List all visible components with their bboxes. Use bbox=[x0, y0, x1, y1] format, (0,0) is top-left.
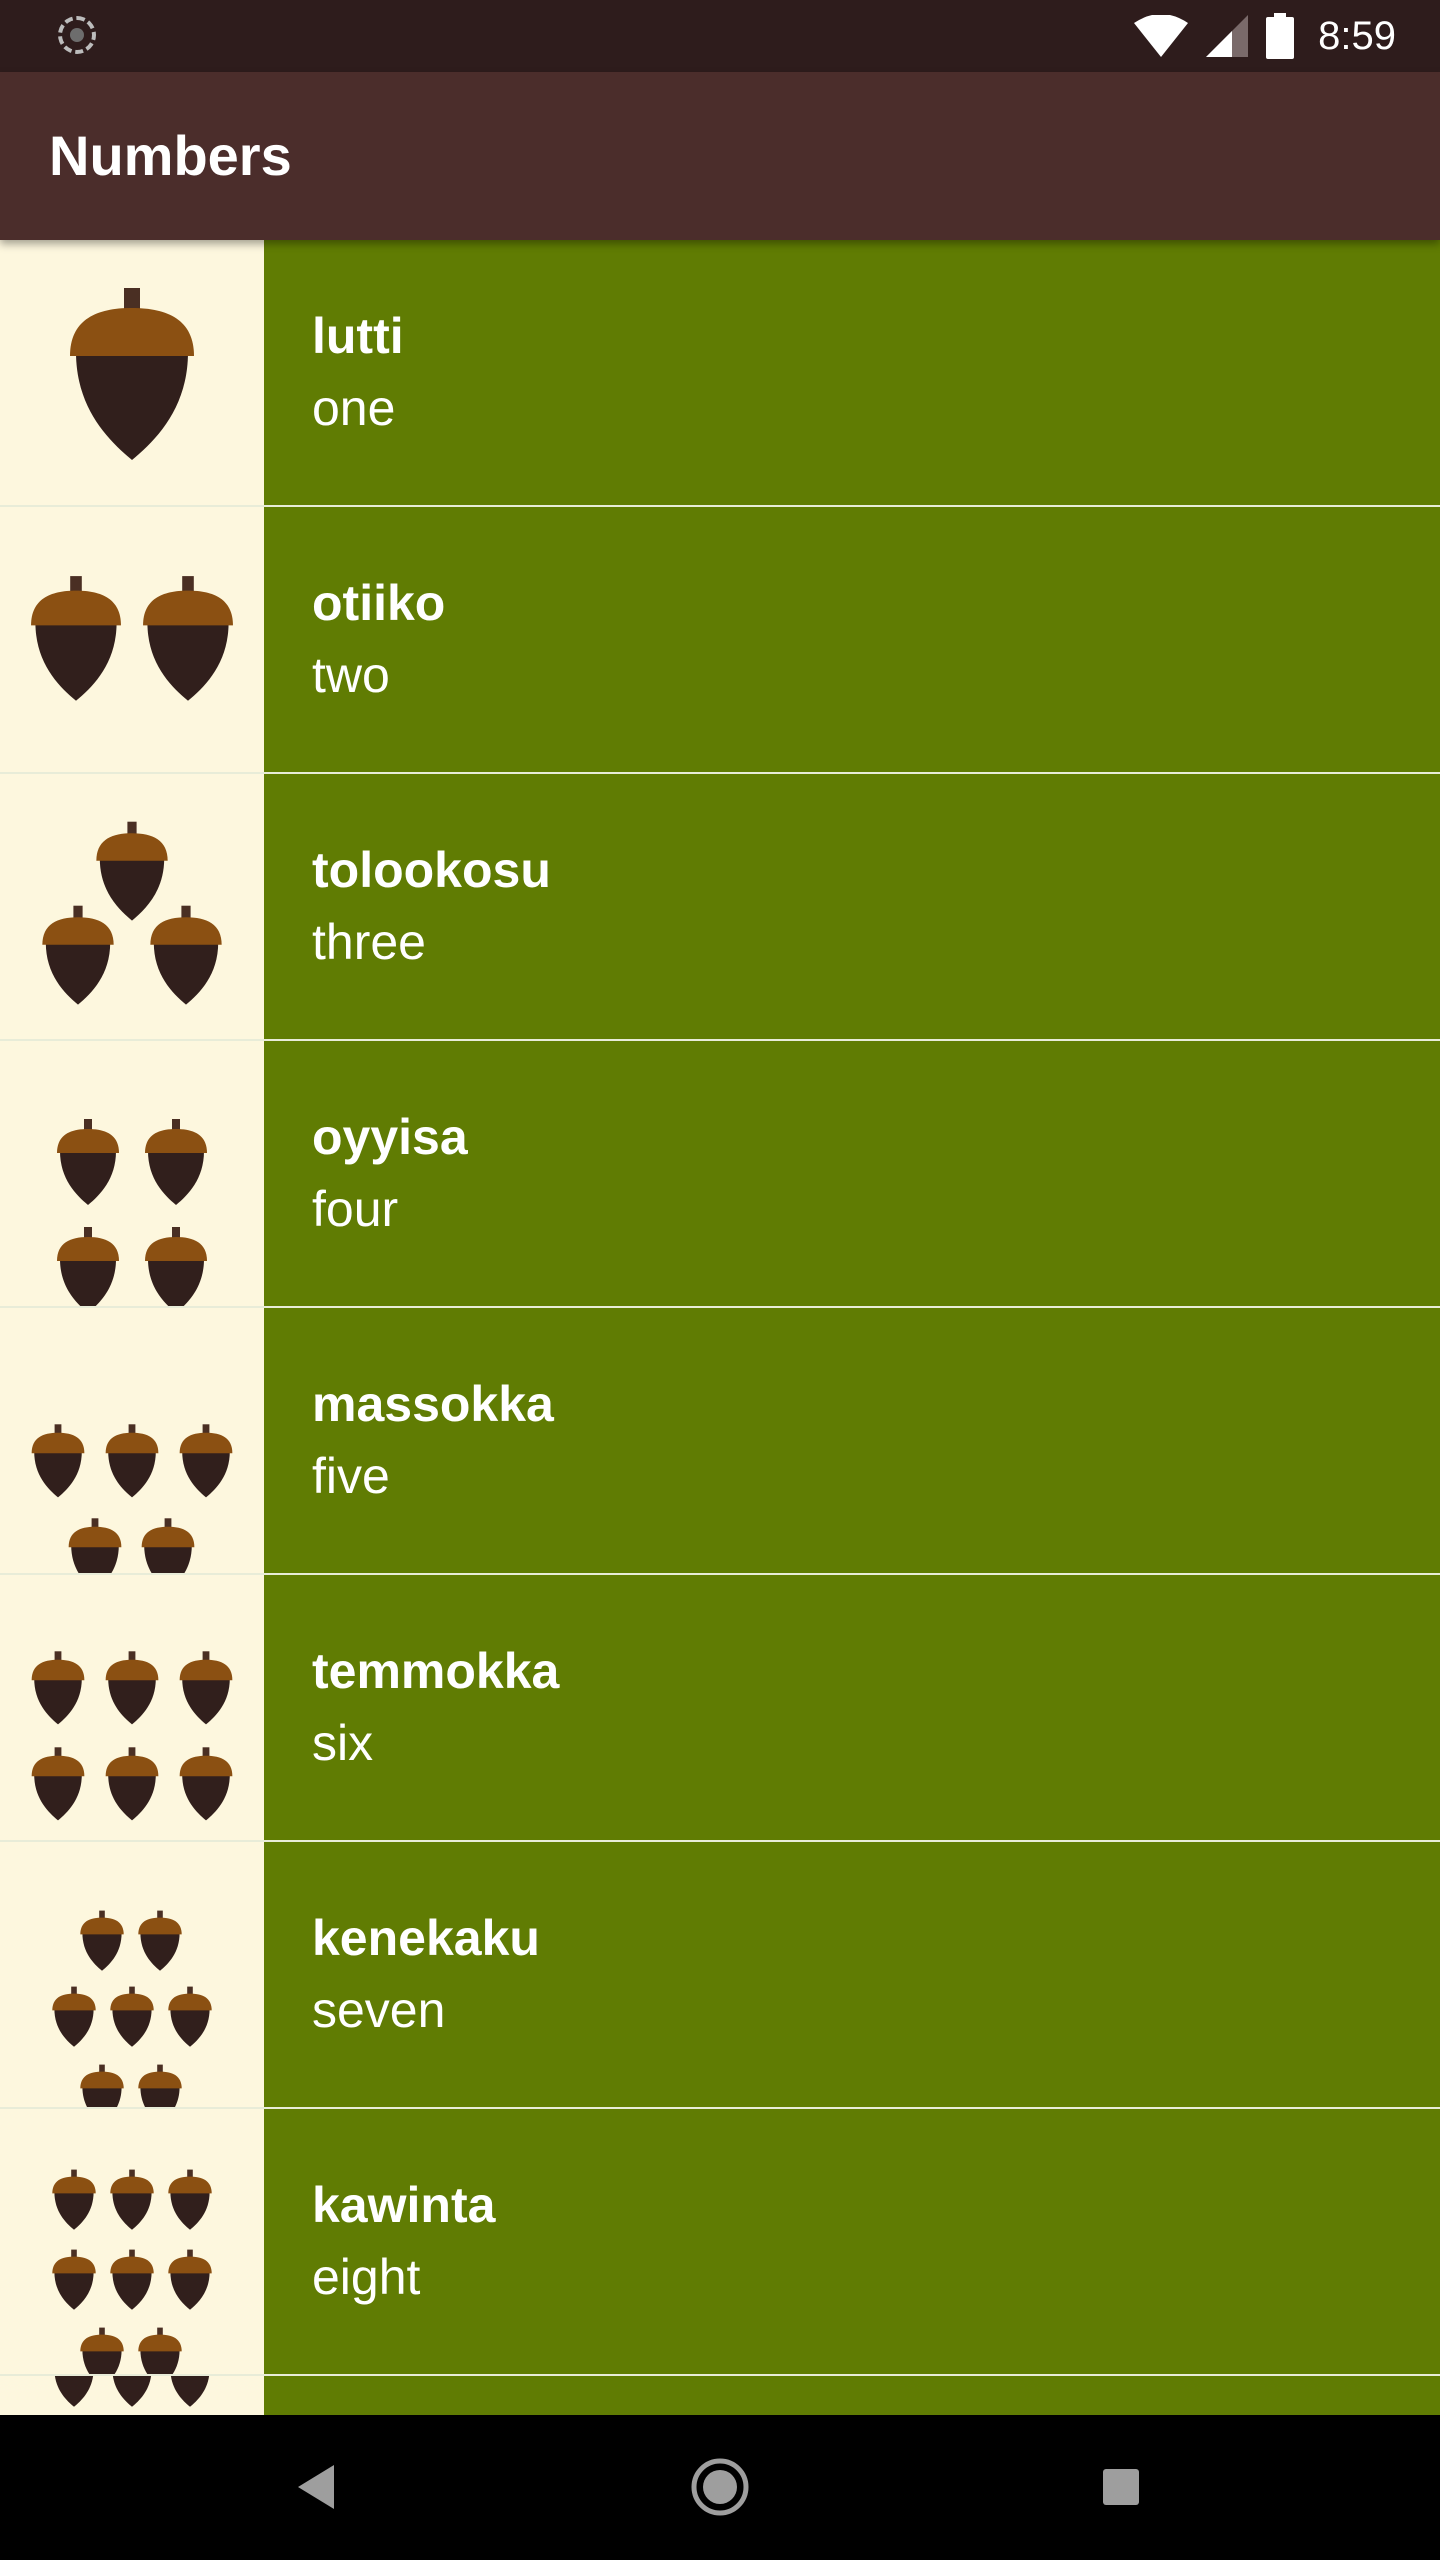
acorn-icon bbox=[57, 1227, 119, 1306]
list-item[interactable]: kawinta eight bbox=[0, 2109, 1440, 2377]
miwok-word: massokka bbox=[312, 1376, 554, 1432]
wifi-icon bbox=[1134, 15, 1189, 57]
english-translation: four bbox=[312, 1181, 399, 1237]
miwok-word: kawinta bbox=[312, 2177, 496, 2233]
acorn-icon bbox=[138, 2064, 182, 2107]
acorn-icon bbox=[105, 1651, 159, 1725]
acorn-image bbox=[0, 1575, 264, 1840]
list-item[interactable]: massokka five bbox=[0, 1308, 1440, 1576]
battery-icon bbox=[1266, 13, 1295, 59]
english-translation: two bbox=[312, 647, 390, 703]
miwok-word: oyyisa bbox=[312, 1109, 468, 1165]
list-item[interactable]: lutti one bbox=[0, 240, 1440, 508]
recents-icon[interactable] bbox=[1052, 2415, 1192, 2560]
acorn-icon bbox=[138, 2327, 182, 2374]
acorn-icon bbox=[141, 1518, 195, 1573]
back-icon[interactable] bbox=[248, 2415, 388, 2560]
acorn-icon bbox=[150, 905, 222, 1005]
acorn-icon bbox=[31, 1424, 85, 1498]
acorn-icon bbox=[68, 1518, 122, 1573]
acorn-image bbox=[0, 240, 264, 505]
acorn-icon bbox=[110, 1986, 154, 2047]
acorn-icon bbox=[80, 2327, 124, 2374]
acorn-image bbox=[0, 1041, 264, 1306]
english-translation: seven bbox=[312, 1982, 446, 2038]
acorn-icon bbox=[179, 1424, 233, 1498]
acorn-icon bbox=[110, 2169, 154, 2230]
acorn-icon bbox=[105, 1747, 159, 1821]
acorn-icon bbox=[52, 2249, 96, 2310]
acorn-icon bbox=[168, 2249, 212, 2310]
acorn-icon bbox=[143, 576, 233, 701]
acorn-icon bbox=[80, 2064, 124, 2107]
miwok-word: temmokka bbox=[312, 1643, 560, 1699]
acorn-image bbox=[0, 2376, 264, 2415]
acorn-icon bbox=[54, 2376, 94, 2407]
miwok-word: otiiko bbox=[312, 575, 446, 631]
english-translation: three bbox=[312, 914, 426, 970]
list-item[interactable]: kenekaku seven bbox=[0, 1842, 1440, 2110]
acorn-icon bbox=[110, 2249, 154, 2310]
english-translation: one bbox=[312, 380, 396, 436]
status-bar: 8:59 bbox=[0, 0, 1440, 72]
acorn-icon bbox=[112, 2376, 152, 2407]
english-translation: five bbox=[312, 1448, 390, 1504]
acorn-icon bbox=[138, 1910, 182, 1971]
list-item[interactable] bbox=[0, 2376, 1440, 2415]
acorn-icon bbox=[42, 905, 114, 1005]
acorn-icon bbox=[179, 1747, 233, 1821]
acorn-image bbox=[0, 774, 264, 1039]
list-item[interactable]: tolookosu three bbox=[0, 774, 1440, 1042]
status-time: 8:59 bbox=[1318, 13, 1396, 58]
signal-icon bbox=[1206, 15, 1249, 57]
acorn-icon bbox=[168, 1986, 212, 2047]
acorn-icon bbox=[105, 1424, 159, 1498]
list-item[interactable]: otiiko two bbox=[0, 507, 1440, 775]
app-bar: Numbers bbox=[0, 72, 1440, 240]
acorn-icon bbox=[145, 1119, 207, 1205]
miwok-word: kenekaku bbox=[312, 1910, 540, 1966]
acorn-icon bbox=[57, 1119, 119, 1205]
acorn-icon bbox=[31, 576, 121, 701]
numbers-list[interactable]: lutti one otiiko two tolookosu three oyy… bbox=[0, 240, 1440, 2415]
navigation-bar bbox=[0, 2415, 1440, 2560]
miwok-word: tolookosu bbox=[312, 842, 551, 898]
sync-icon bbox=[58, 16, 96, 54]
acorn-icon bbox=[80, 1910, 124, 1971]
list-item[interactable]: temmokka six bbox=[0, 1575, 1440, 1843]
acorn-icon bbox=[170, 2376, 210, 2407]
acorn-icon bbox=[52, 2169, 96, 2230]
acorn-image bbox=[0, 1308, 264, 1573]
acorn-icon bbox=[70, 288, 194, 460]
acorn-icon bbox=[31, 1651, 85, 1725]
acorn-icon bbox=[145, 1227, 207, 1306]
acorn-image bbox=[0, 507, 264, 772]
home-icon[interactable] bbox=[650, 2415, 790, 2560]
acorn-icon bbox=[31, 1747, 85, 1821]
acorn-icon bbox=[168, 2169, 212, 2230]
list-item[interactable]: oyyisa four bbox=[0, 1041, 1440, 1309]
miwok-word: lutti bbox=[312, 308, 404, 364]
acorn-image bbox=[0, 1842, 264, 2107]
english-translation: six bbox=[312, 1715, 374, 1771]
english-translation: eight bbox=[312, 2249, 421, 2305]
acorn-icon bbox=[179, 1651, 233, 1725]
page-title: Numbers bbox=[49, 124, 292, 187]
acorn-image bbox=[0, 2109, 264, 2374]
acorn-icon bbox=[52, 1986, 96, 2047]
acorn-icon bbox=[96, 821, 168, 921]
